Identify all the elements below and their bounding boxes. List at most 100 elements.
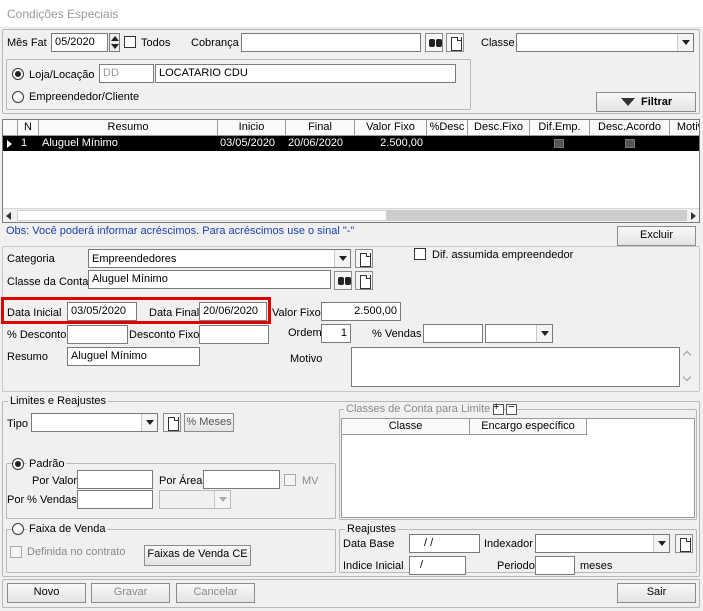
classe-conta-label: Classe da Conta — [7, 276, 89, 288]
mes-fat-spinner[interactable] — [109, 33, 120, 52]
spin-down-icon[interactable] — [111, 44, 119, 49]
mv-checkbox[interactable] — [284, 474, 296, 486]
tipo-select[interactable] — [31, 413, 158, 432]
empreendedor-label: Empreendedor/Cliente — [29, 91, 140, 103]
grid-header-inicio[interactable]: Inicio — [218, 120, 286, 136]
window-title: Condições Especiais — [7, 7, 119, 21]
limites-title: Limites e Reajustes — [8, 395, 108, 407]
por-vendas-select[interactable] — [159, 490, 231, 509]
binoculars-icon[interactable] — [425, 33, 443, 52]
classe-conta-new-icon[interactable] — [355, 271, 373, 290]
row-desc-acordo-checkbox[interactable] — [625, 139, 635, 148]
faixas-venda-button[interactable]: Faixas de Venda CE — [144, 545, 251, 566]
data-inicial-label: Data Inicial — [7, 307, 62, 319]
gravar-button[interactable]: Gravar — [91, 583, 170, 603]
grid-header-desc-acordo[interactable]: Desc.Acordo — [590, 120, 670, 136]
classes-header-classe[interactable]: Classe — [342, 419, 470, 435]
dif-assumida-label: Dif. assumida empreendedor — [432, 249, 574, 261]
grid-header-desc-fixo[interactable]: Desc.Fixo — [468, 120, 530, 136]
data-inicial-input[interactable]: 03/05/2020 — [67, 302, 137, 321]
loja-code-input[interactable]: DD — [99, 64, 154, 83]
indice-inicial-input[interactable]: / — [409, 556, 466, 575]
row-inicio: 03/05/2020 — [220, 137, 276, 149]
indexador-select[interactable] — [535, 534, 670, 553]
empreendedor-radio[interactable] — [12, 91, 24, 103]
por-area-input[interactable] — [203, 470, 280, 489]
periodo-input[interactable] — [535, 556, 575, 575]
reajustes-title: Reajustes — [345, 523, 398, 535]
indexador-new-icon[interactable] — [675, 534, 693, 553]
sair-button[interactable]: Sair — [617, 583, 696, 603]
conditions-grid[interactable]: N Resumo Inicio Final Valor Fixo %Desc D… — [2, 119, 700, 223]
motivo-textarea[interactable] — [351, 347, 680, 387]
data-final-label: Data Final — [149, 307, 200, 319]
excluir-button[interactable]: Excluir — [617, 226, 696, 246]
grid-header-desc[interactable]: %Desc — [427, 120, 468, 136]
binoculars-icon[interactable] — [334, 271, 352, 290]
obs-text: Obs: Você poderá informar acréscimos. Pa… — [6, 225, 355, 237]
cobranca-new-icon[interactable] — [446, 33, 464, 52]
todos-checkbox[interactable] — [124, 36, 136, 48]
chevron-down-icon[interactable] — [536, 325, 552, 342]
add-class-button[interactable]: + — [493, 401, 504, 415]
data-final-input[interactable]: 20/06/2020 — [199, 302, 267, 321]
meses-button[interactable]: % Meses — [184, 413, 234, 432]
remove-class-button[interactable]: − — [506, 401, 517, 415]
vendas-label: % Vendas — [372, 328, 422, 340]
loja-radio[interactable] — [12, 68, 24, 80]
por-vendas-input[interactable] — [77, 490, 153, 509]
ordem-input[interactable]: 1 — [321, 324, 351, 343]
ordem-label: Ordem — [288, 327, 322, 339]
grid-header-motivo[interactable]: Motiv — [670, 120, 699, 136]
valor-fixo-input[interactable]: 2.500,00 — [321, 302, 401, 321]
periodo-label: Periodo — [497, 560, 535, 572]
cancelar-button[interactable]: Cancelar — [176, 583, 255, 603]
row-dif-emp-checkbox[interactable] — [554, 139, 564, 148]
grid-header-final[interactable]: Final — [286, 120, 355, 136]
classe-conta-input[interactable]: Aluguel Mínimo — [88, 270, 331, 289]
cobranca-label: Cobrança — [191, 37, 239, 49]
vendas-input[interactable] — [423, 324, 483, 343]
grid-horizontal-scrollbar[interactable] — [3, 208, 699, 222]
chevron-down-icon[interactable] — [677, 34, 693, 51]
chevron-down-icon[interactable] — [334, 250, 350, 267]
grid-header-resumo[interactable]: Resumo — [39, 120, 218, 136]
mes-fat-input[interactable]: 05/2020 — [51, 33, 108, 52]
scroll-up-icon[interactable] — [682, 350, 692, 360]
cobranca-input[interactable] — [241, 33, 421, 52]
motivo-scrollbar[interactable] — [680, 347, 696, 387]
padrao-radio[interactable] — [12, 458, 24, 470]
chevron-down-icon[interactable] — [653, 535, 669, 552]
dif-assumida-checkbox[interactable] — [414, 248, 426, 260]
tipo-new-icon[interactable] — [163, 413, 181, 432]
spin-up-icon[interactable] — [111, 36, 119, 41]
desconto-fixo-input[interactable] — [199, 325, 269, 344]
grid-header-n[interactable]: N — [18, 120, 39, 136]
categoria-new-icon[interactable] — [355, 249, 373, 268]
classes-header-encargo[interactable]: Encargo específico — [470, 419, 587, 435]
grid-header-valor-fixo[interactable]: Valor Fixo — [355, 120, 427, 136]
data-base-input[interactable]: / / — [409, 534, 480, 553]
classe-select[interactable] — [516, 33, 694, 52]
categoria-value: Empreendedores — [92, 253, 177, 265]
chevron-down-icon[interactable] — [214, 491, 230, 508]
scroll-thumb[interactable] — [17, 210, 387, 221]
scroll-track[interactable] — [387, 210, 687, 221]
scroll-left-icon[interactable] — [6, 212, 11, 220]
por-valor-input[interactable] — [77, 470, 153, 489]
vendas-select[interactable] — [485, 324, 553, 343]
resumo-input[interactable]: Aluguel Mínimo — [67, 347, 200, 366]
desconto-input[interactable] — [67, 325, 128, 344]
definida-checkbox[interactable] — [10, 546, 22, 558]
classes-limite-grid[interactable]: Classe Encargo específico — [341, 418, 695, 518]
row-desc-fixo — [468, 136, 528, 151]
faixa-radio[interactable] — [12, 523, 24, 535]
grid-header-dif-emp[interactable]: Dif.Emp. — [530, 120, 590, 136]
scroll-down-icon[interactable] — [682, 372, 692, 382]
filtrar-button[interactable]: Filtrar — [596, 92, 696, 112]
scroll-right-icon[interactable] — [691, 212, 696, 220]
loja-name-input[interactable]: LOCATARIO CDU — [155, 64, 456, 83]
categoria-select[interactable]: Empreendedores — [88, 249, 351, 268]
novo-button[interactable]: Novo — [7, 583, 86, 603]
chevron-down-icon[interactable] — [141, 414, 157, 431]
